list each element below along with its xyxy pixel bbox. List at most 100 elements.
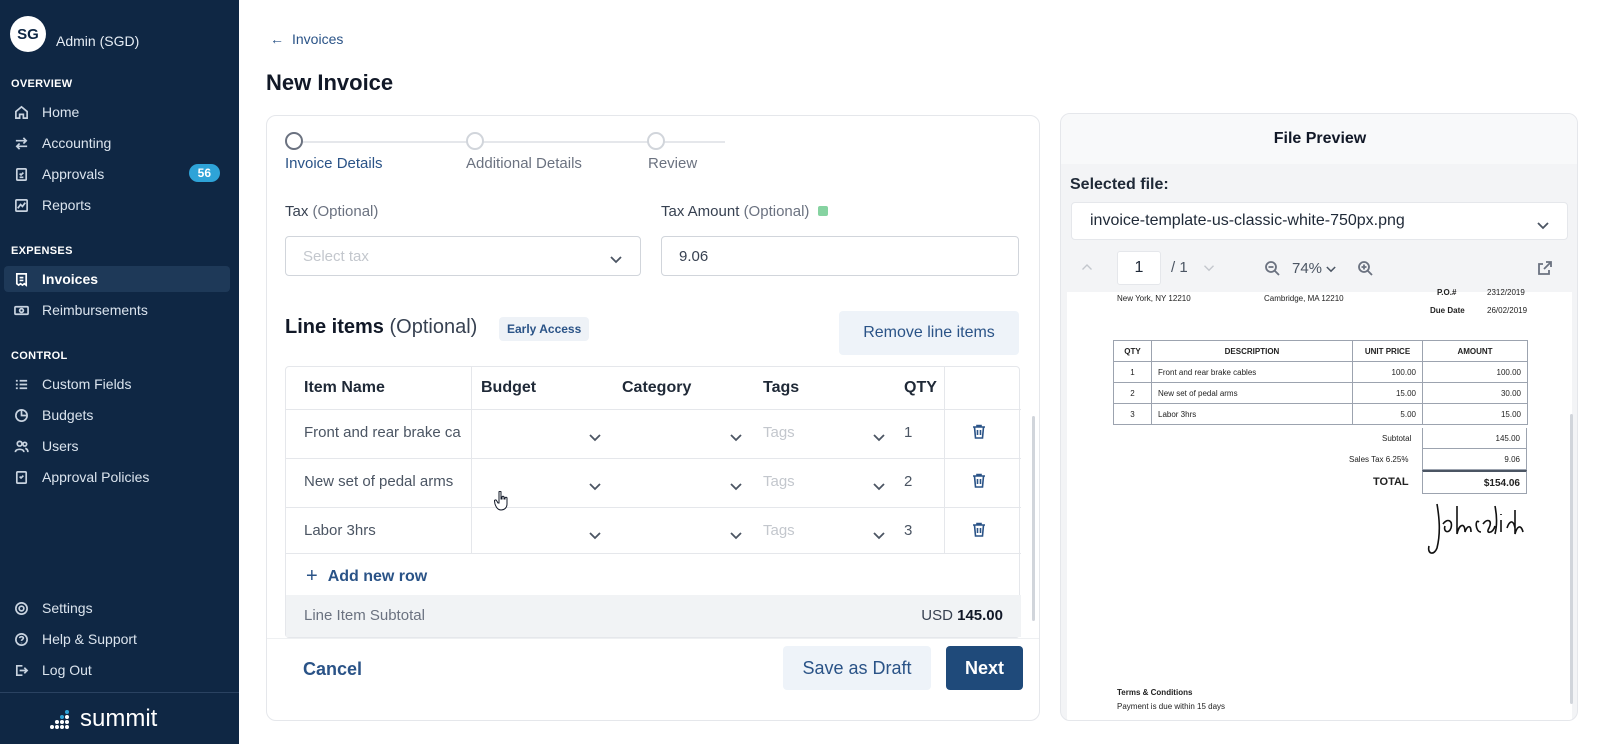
doc-cell: 30.00 xyxy=(1422,382,1528,404)
approvals-count-badge: 56 xyxy=(188,164,220,182)
back-link-label: Invoices xyxy=(292,31,344,47)
tax-select[interactable]: Select tax xyxy=(285,236,641,276)
category-chevron-down-icon[interactable] xyxy=(730,527,742,545)
doc-table-row: 1 Front and rear brake cables 100.00 100… xyxy=(1113,361,1528,383)
sidebar-item-budgets[interactable]: Budgets xyxy=(4,402,230,428)
qty-cell[interactable]: 2 xyxy=(904,473,912,490)
tax-placeholder: Select tax xyxy=(303,247,369,265)
chevron-up-icon[interactable] xyxy=(1081,261,1093,278)
page-title: New Invoice xyxy=(266,70,394,95)
avatar[interactable]: SG xyxy=(10,16,46,52)
qty-cell[interactable]: 1 xyxy=(904,424,912,441)
budget-chevron-down-icon[interactable] xyxy=(589,527,601,545)
tax-amount-label-text: Tax Amount xyxy=(661,203,740,220)
tags-select[interactable]: Tags xyxy=(763,424,795,441)
doc-terms-text: Payment is due within 15 days xyxy=(1117,702,1226,711)
doc-table-header: UNIT PRICE xyxy=(1352,340,1423,362)
doc-terms-title: Terms & Conditions xyxy=(1117,688,1193,697)
save-as-draft-button[interactable]: Save as Draft xyxy=(783,646,931,690)
zoom-in-icon[interactable] xyxy=(1357,260,1373,280)
profile-name[interactable]: Admin (SGD) xyxy=(56,33,139,49)
line-items-table: Item Name Budget Category Tags QTY Front… xyxy=(285,366,1021,638)
sidebar-item-settings[interactable]: Settings xyxy=(4,595,230,621)
back-to-invoices-link[interactable]: ← Invoices xyxy=(270,31,343,47)
clipboard-icon xyxy=(12,165,30,183)
doc-cell: 2 xyxy=(1113,382,1152,404)
step-dot-additional-details[interactable] xyxy=(466,132,484,150)
logout-icon xyxy=(12,661,30,679)
page-number-input[interactable]: 1 xyxy=(1117,251,1161,285)
sidebar-item-help[interactable]: Help & Support xyxy=(4,626,230,652)
sidebar-item-invoices[interactable]: Invoices xyxy=(4,266,230,292)
profile[interactable]: SG Admin (SGD) xyxy=(10,16,139,52)
doc-cell: Front and rear brake cables xyxy=(1151,361,1353,383)
doc-cell: 3 xyxy=(1113,403,1152,425)
doc-table-header: AMOUNT xyxy=(1422,340,1528,362)
budget-chevron-down-icon[interactable] xyxy=(589,478,601,496)
sidebar-item-label: Reports xyxy=(42,197,92,213)
cancel-button[interactable]: Cancel xyxy=(303,659,362,680)
column-header-tags: Tags xyxy=(763,379,800,396)
tags-chevron-down-icon[interactable] xyxy=(873,478,885,496)
doc-subtotal-value: 145.00 xyxy=(1495,434,1520,443)
chevron-down-icon[interactable] xyxy=(1203,261,1215,278)
step-label-invoice-details[interactable]: Invoice Details xyxy=(285,155,383,172)
open-external-icon[interactable] xyxy=(1537,260,1553,280)
doc-invoice-table: QTY DESCRIPTION UNIT PRICE AMOUNT 1 Fron… xyxy=(1113,340,1528,425)
row-divider xyxy=(286,409,1021,410)
tags-select[interactable]: Tags xyxy=(763,522,795,539)
item-name-cell[interactable]: New set of pedal arms xyxy=(304,473,464,490)
form-scrollbar[interactable] xyxy=(1032,416,1035,621)
zoom-level-select[interactable]: 74% xyxy=(1292,260,1336,277)
tax-label-text: Tax xyxy=(285,203,309,220)
sidebar-item-approval-policies[interactable]: Approval Policies xyxy=(4,464,230,490)
doc-address-left: New York, NY 12210 xyxy=(1117,294,1191,303)
step-dot-review[interactable] xyxy=(647,132,665,150)
tax-amount-input[interactable]: 9.06 xyxy=(661,236,1019,276)
sidebar-item-accounting[interactable]: Accounting xyxy=(4,130,230,156)
step-dot-invoice-details[interactable] xyxy=(285,132,303,150)
subtotal-currency: USD xyxy=(921,607,953,624)
item-name-cell[interactable]: Labor 3hrs xyxy=(304,522,464,539)
sidebar-item-reports[interactable]: Reports xyxy=(4,192,230,218)
budget-chevron-down-icon[interactable] xyxy=(589,429,601,447)
sidebar-item-label: Invoices xyxy=(42,271,99,287)
trash-icon[interactable] xyxy=(972,424,986,444)
sidebar-item-approvals[interactable]: Approvals 56 xyxy=(4,161,230,187)
trash-icon[interactable] xyxy=(972,473,986,493)
tags-chevron-down-icon[interactable] xyxy=(873,429,885,447)
item-name-cell[interactable]: Front and rear brake ca xyxy=(304,424,464,441)
qty-cell[interactable]: 3 xyxy=(904,522,912,539)
users-icon xyxy=(12,437,30,455)
preview-scrollbar[interactable] xyxy=(1570,414,1573,704)
sidebar-item-label: Home xyxy=(42,104,80,120)
category-chevron-down-icon[interactable] xyxy=(730,429,742,447)
policy-icon xyxy=(12,468,30,486)
category-chevron-down-icon[interactable] xyxy=(730,478,742,496)
tags-chevron-down-icon[interactable] xyxy=(873,527,885,545)
doc-table-header-row: QTY DESCRIPTION UNIT PRICE AMOUNT xyxy=(1113,340,1528,362)
tags-select[interactable]: Tags xyxy=(763,473,795,490)
doc-table-row: 2 New set of pedal arms 15.00 30.00 xyxy=(1113,382,1528,404)
sidebar-item-logout[interactable]: Log Out xyxy=(4,657,230,683)
step-label-review[interactable]: Review xyxy=(648,155,697,172)
column-divider xyxy=(944,367,945,553)
remove-line-items-button[interactable]: Remove line items xyxy=(839,311,1019,355)
file-select[interactable]: invoice-template-us-classic-white-750px.… xyxy=(1071,202,1568,240)
sidebar-item-reimbursements[interactable]: Reimbursements xyxy=(4,297,230,323)
document-preview[interactable]: New York, NY 12210 Cambridge, MA 12210 P… xyxy=(1067,288,1572,720)
add-new-row-button[interactable]: + Add new row xyxy=(306,565,427,588)
sidebar-item-home[interactable]: Home xyxy=(4,99,230,125)
tax-amount-label: Tax Amount (Optional) xyxy=(661,203,828,220)
brand-divider xyxy=(0,692,239,693)
sidebar-item-label: Reimbursements xyxy=(42,302,148,318)
doc-table-row: 3 Labor 3hrs 5.00 15.00 xyxy=(1113,403,1528,425)
subtotal-bar: Line Item Subtotal USD 145.00 xyxy=(286,595,1021,637)
sidebar-item-users[interactable]: Users xyxy=(4,433,230,459)
auto-fill-icon xyxy=(817,206,828,216)
next-button[interactable]: Next xyxy=(946,646,1023,690)
trash-icon[interactable] xyxy=(972,522,986,542)
sidebar-item-custom-fields[interactable]: Custom Fields xyxy=(4,371,230,397)
step-label-additional-details[interactable]: Additional Details xyxy=(466,155,582,172)
zoom-out-icon[interactable] xyxy=(1264,260,1280,280)
